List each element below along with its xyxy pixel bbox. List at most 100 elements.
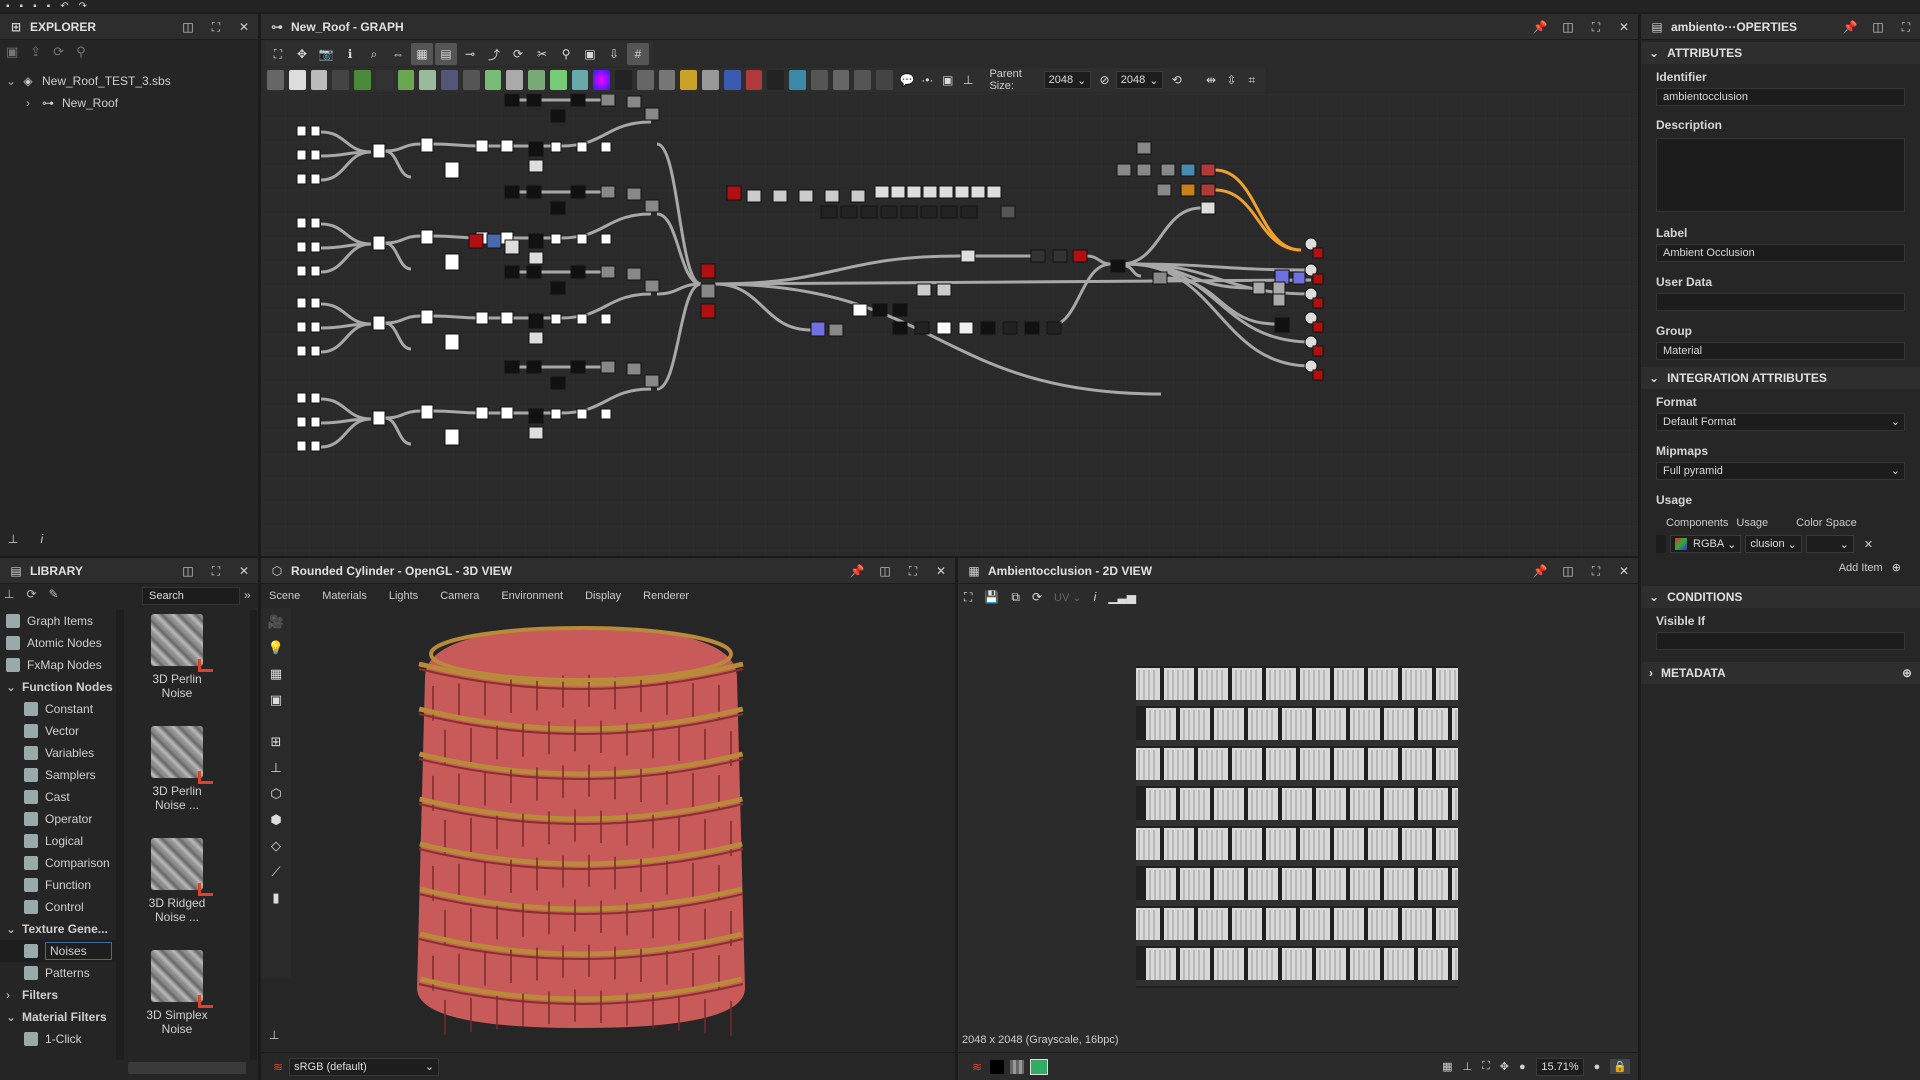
graph-node[interactable] [500, 406, 514, 420]
user-data-field[interactable] [1656, 293, 1905, 311]
graph-node[interactable] [576, 141, 588, 153]
tangent-icon[interactable]: ◇ [271, 838, 281, 854]
graph-node[interactable] [296, 440, 307, 452]
graph-node[interactable] [600, 141, 612, 153]
graph-node[interactable] [310, 217, 321, 229]
graph-node[interactable] [700, 283, 716, 299]
graph-node[interactable] [840, 205, 858, 219]
graph-node[interactable] [504, 94, 520, 107]
graph-node[interactable] [420, 404, 434, 420]
library-tree-item[interactable]: Samplers [0, 764, 120, 786]
graph-node[interactable] [444, 428, 460, 446]
library-tree-item[interactable]: ⌄ Function Nodes [0, 676, 120, 698]
graph-node[interactable] [600, 185, 616, 199]
chevron-down-icon[interactable]: ⌄ [6, 74, 20, 88]
usage-dropdown[interactable]: clusion ⌄ [1745, 535, 1802, 553]
tool-icon[interactable]: ✂ [531, 43, 553, 65]
label-field[interactable]: Ambient Occlusion [1656, 244, 1905, 262]
float-icon[interactable]: ◫ [877, 563, 893, 579]
align-icon[interactable]: ▤ [435, 43, 457, 65]
normal-icon[interactable] [375, 70, 393, 90]
pan-icon[interactable]: ✥ [291, 43, 313, 65]
graph-node[interactable] [310, 173, 321, 185]
graph-node[interactable] [296, 241, 307, 253]
graph-node[interactable] [626, 362, 642, 376]
frame-node-icon[interactable]: ▣ [579, 43, 601, 65]
graph-node[interactable] [504, 239, 520, 255]
graph-node[interactable] [1252, 281, 1266, 295]
library-tile[interactable]: 3D Ridged Noise ... [125, 834, 229, 924]
branch-icon[interactable]: ⤴ [483, 43, 505, 65]
graph-node[interactable] [1136, 141, 1152, 155]
graph-node[interactable] [920, 205, 938, 219]
new-icon[interactable]: ▪ [6, 1, 10, 12]
add-item-button[interactable]: Add Item ⊕ [1656, 561, 1905, 574]
library-tree-item[interactable]: 1-Click [0, 1028, 120, 1050]
warp-icon[interactable] [484, 70, 502, 90]
graph-node[interactable] [310, 345, 321, 357]
add-metadata-icon[interactable]: ⊕ [1902, 666, 1912, 680]
graph-node[interactable] [1052, 249, 1068, 263]
graph-node[interactable] [872, 303, 888, 317]
align-vertical-icon[interactable]: ⇳ [1222, 69, 1240, 91]
save-all-icon[interactable]: ▪ [47, 1, 51, 12]
library-tree-item[interactable]: Operator [0, 808, 120, 830]
graph-node[interactable] [828, 323, 844, 337]
remove-icon[interactable]: ✕ [1864, 538, 1873, 551]
graph-node[interactable] [576, 408, 588, 420]
graph-node[interactable] [550, 408, 562, 420]
align-horizontal-icon[interactable]: ⇹ [1202, 69, 1220, 91]
close-icon[interactable]: ✕ [933, 563, 949, 579]
link-size-icon[interactable]: ⊘ [1095, 69, 1113, 91]
graph-node[interactable] [526, 94, 542, 107]
library-tree-item[interactable]: Atomic Nodes [0, 632, 120, 654]
copy-icon[interactable]: ⧉ [1011, 590, 1020, 605]
graph-node[interactable] [550, 109, 566, 123]
graph-node[interactable] [296, 173, 307, 185]
graph-node[interactable] [600, 94, 616, 107]
layout-icon[interactable]: ▦ [411, 43, 433, 65]
graph-node[interactable] [906, 185, 922, 199]
bitmap-node-icon[interactable] [267, 70, 284, 90]
graph-node[interactable] [1156, 183, 1172, 197]
graph-node[interactable] [296, 321, 307, 333]
fit-icon[interactable]: ⛶ [964, 590, 972, 605]
curve-icon[interactable] [397, 70, 415, 90]
graph-node[interactable] [296, 217, 307, 229]
graph-node[interactable] [644, 374, 660, 388]
graph-node[interactable] [420, 137, 434, 153]
graph-node[interactable] [810, 321, 826, 337]
library-tree-item[interactable]: Cast [0, 786, 120, 808]
graph-node[interactable] [1200, 201, 1216, 215]
undo-icon[interactable]: ↶ [60, 1, 68, 12]
grid-icon[interactable]: # [627, 43, 649, 65]
graph-node[interactable] [372, 410, 386, 426]
view3d-menu-item[interactable]: Scene [269, 590, 300, 602]
save-icon[interactable]: ▪ [33, 1, 37, 12]
close-icon[interactable]: ✕ [236, 19, 252, 35]
chevron-right-icon[interactable]: › [6, 988, 18, 1002]
fill-icon[interactable] [745, 70, 763, 90]
wireframe-icon[interactable]: ⬢ [270, 812, 281, 828]
graph-node[interactable] [600, 313, 612, 325]
graph-node[interactable] [626, 187, 642, 201]
open-icon[interactable]: ▪ [20, 1, 24, 12]
graph-node[interactable] [310, 321, 321, 333]
graph-node[interactable] [880, 205, 898, 219]
graph-node[interactable] [900, 205, 918, 219]
rgb-mode-icon[interactable] [1030, 1058, 1049, 1075]
graph-node[interactable] [504, 265, 520, 279]
switch-icon[interactable] [854, 70, 871, 90]
lock-icon[interactable]: 🔒 [1610, 1059, 1630, 1074]
black-bg-icon[interactable] [990, 1059, 1005, 1074]
graph-node[interactable] [310, 241, 321, 253]
graph-node[interactable] [1046, 321, 1062, 335]
metadata-section[interactable]: › METADATA ⊕ [1641, 662, 1920, 684]
select-icon[interactable] [723, 70, 741, 90]
view3d-menu-item[interactable]: Lights [389, 590, 418, 602]
graph-node[interactable] [550, 281, 566, 295]
graph-node[interactable] [1312, 273, 1324, 285]
graph-node[interactable] [310, 416, 321, 428]
library-tiles-scrollbar[interactable] [250, 610, 257, 1060]
reload-icon[interactable]: ⟳ [53, 44, 64, 60]
